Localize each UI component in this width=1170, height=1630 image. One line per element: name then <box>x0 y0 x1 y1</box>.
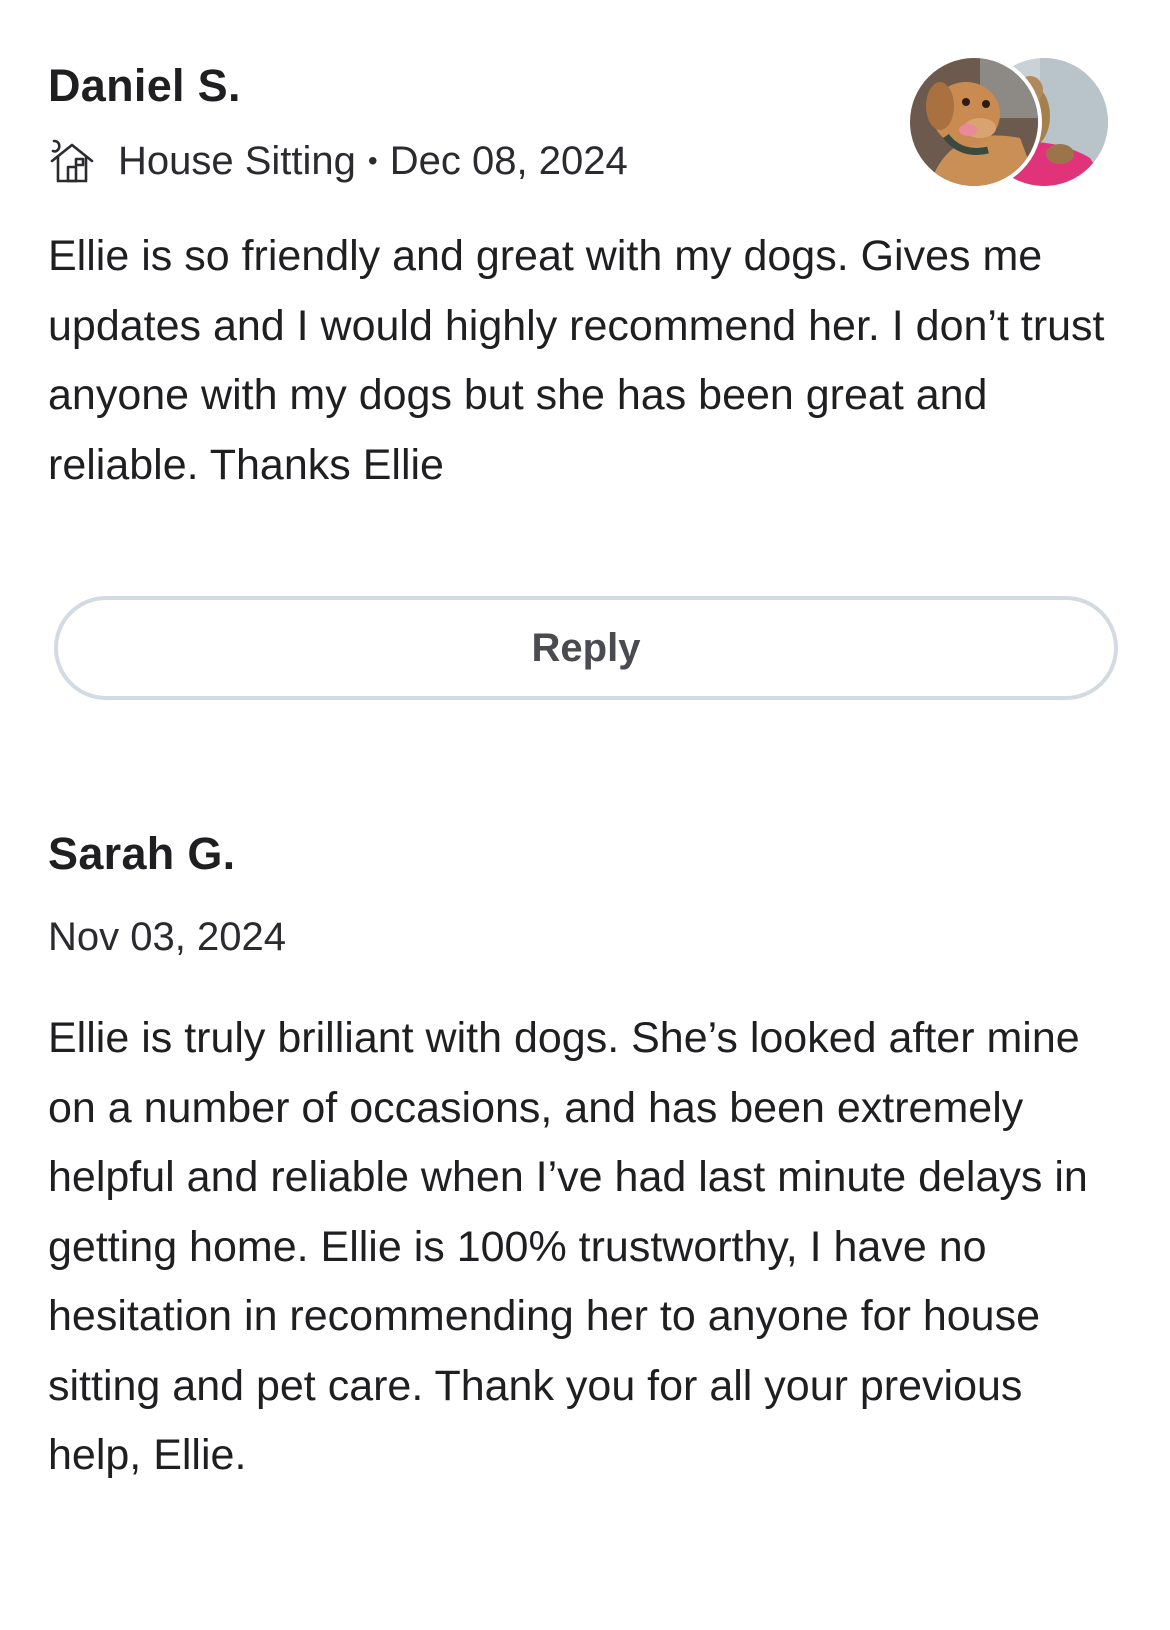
house-sitting-icon <box>48 137 96 185</box>
review-text: Ellie is truly brilliant with dogs. She’… <box>48 1014 1088 1479</box>
avatar-stack <box>906 54 1116 190</box>
service-type: House Sitting <box>118 138 356 183</box>
review-meta: Nov 03, 2024 <box>48 910 1122 964</box>
review-date: Dec 08, 2024 <box>389 138 628 183</box>
meta-separator: • <box>367 145 378 176</box>
review-card-sarah: Sarah G. Nov 03, 2024 Ellie is truly bri… <box>48 826 1122 1491</box>
review-date: Nov 03, 2024 <box>48 914 286 959</box>
reply-button[interactable]: Reply <box>54 596 1118 700</box>
review-text: Ellie is so friendly and great with my d… <box>48 232 1105 489</box>
reviewer-name: Sarah G. <box>48 828 236 879</box>
dog-photo-avatar <box>906 54 1042 190</box>
